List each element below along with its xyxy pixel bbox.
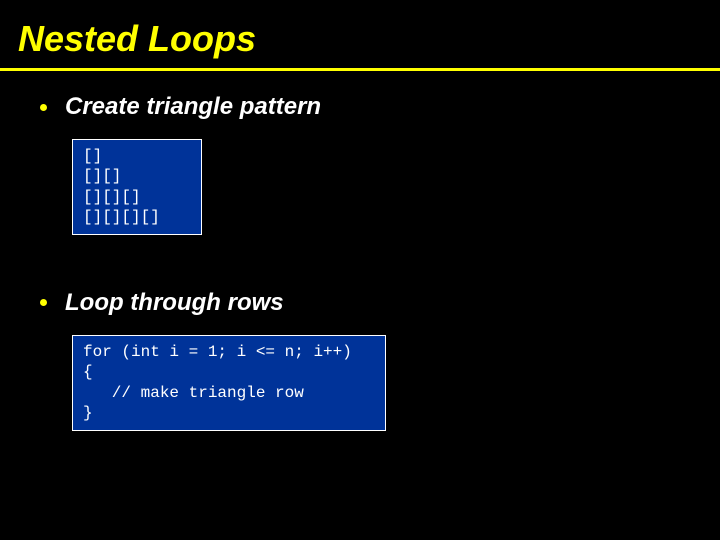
bullet-text: Loop through rows [65, 289, 284, 317]
bullet-item-2: Loop through rows [40, 289, 720, 317]
bullet-dot-icon [40, 104, 47, 111]
bullet-dot-icon [40, 299, 47, 306]
code-block-loop: for (int i = 1; i <= n; i++) { // make t… [72, 335, 386, 431]
slide-content: Create triangle pattern [] [][] [][][] [… [0, 71, 720, 431]
code-block-triangle: [] [][] [][][] [][][][] [72, 139, 202, 235]
slide: Nested Loops Create triangle pattern [] … [0, 0, 720, 540]
bullet-text: Create triangle pattern [65, 93, 321, 121]
slide-title: Nested Loops [0, 0, 720, 66]
bullet-item-1: Create triangle pattern [40, 93, 720, 121]
